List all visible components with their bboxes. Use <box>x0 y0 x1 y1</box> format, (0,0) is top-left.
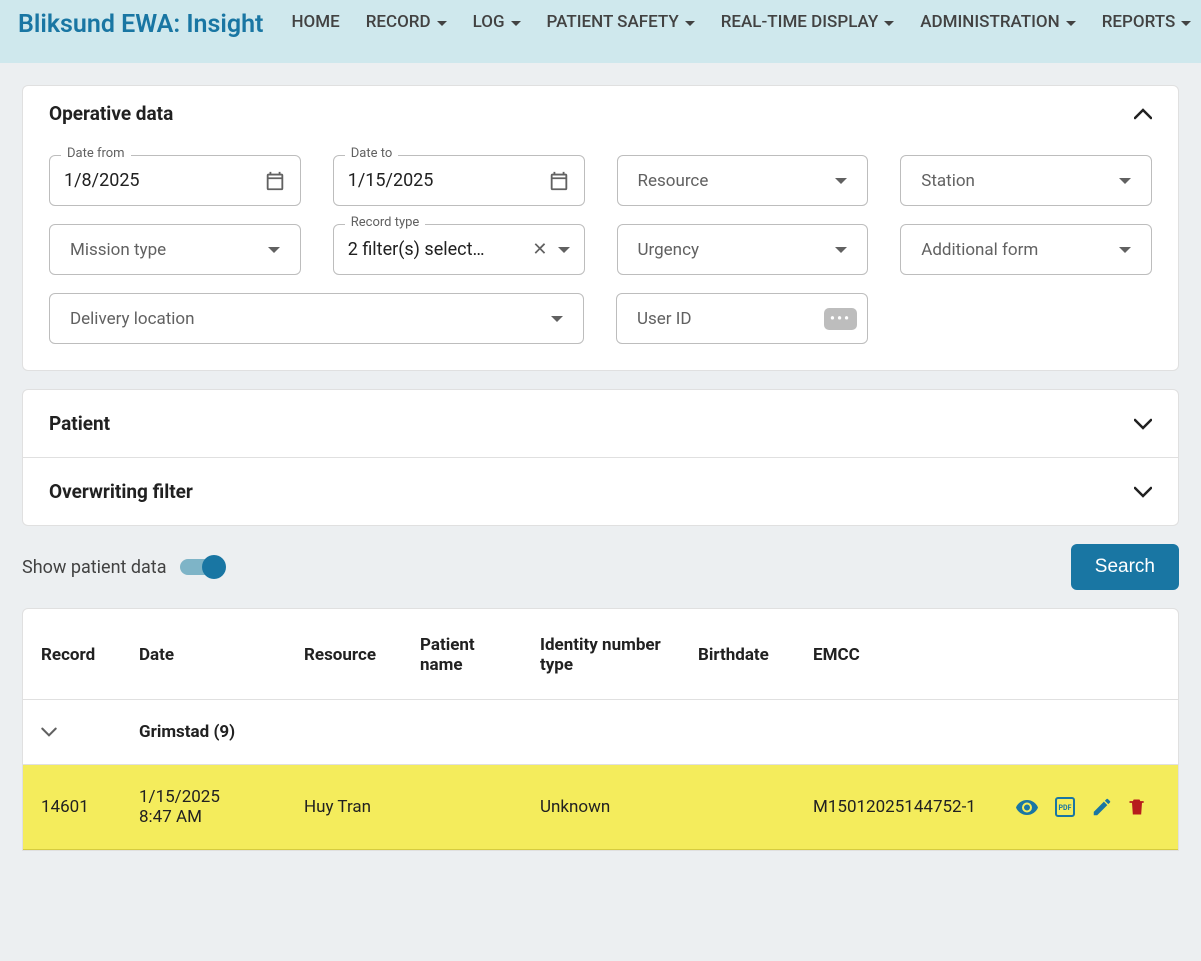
app-brand: Bliksund EWA: Insight <box>18 10 263 39</box>
clear-icon[interactable]: ✕ <box>532 239 547 260</box>
nav-log[interactable]: LOG <box>473 12 521 32</box>
calendar-icon[interactable] <box>548 170 570 192</box>
nav-administration[interactable]: ADMINISTRATION <box>920 12 1075 32</box>
cell-date: 1/15/2025 8:47 AM <box>121 765 286 850</box>
additional-form-placeholder: Additional form <box>921 240 1038 260</box>
overwriting-title: Overwriting filter <box>49 480 193 503</box>
th-identity-type: Identity number type <box>522 609 680 700</box>
show-patient-data-label: Show patient data <box>22 557 166 578</box>
th-emcc: EMCC <box>795 609 997 700</box>
delivery-location-select[interactable]: Delivery location <box>49 293 584 344</box>
results-table: Record Date Resource Patient name Identi… <box>22 608 1179 851</box>
resource-placeholder: Resource <box>638 171 709 191</box>
th-birthdate: Birthdate <box>680 609 795 700</box>
caret-icon <box>511 21 521 26</box>
navbar: Bliksund EWA: Insight HOME RECORD LOG PA… <box>0 0 1201 63</box>
delete-icon[interactable] <box>1127 796 1147 818</box>
station-select[interactable]: Station <box>900 155 1152 206</box>
svg-text:PDF: PDF <box>1059 804 1072 812</box>
th-resource: Resource <box>286 609 402 700</box>
chevron-down-icon <box>835 247 847 253</box>
view-icon[interactable] <box>1015 795 1039 819</box>
caret-icon <box>1181 21 1191 26</box>
search-button[interactable]: Search <box>1071 544 1179 590</box>
chevron-down-icon <box>1134 418 1152 430</box>
th-date: Date <box>121 609 286 700</box>
urgency-placeholder: Urgency <box>638 240 700 260</box>
chevron-down-icon <box>558 247 570 253</box>
chevron-down-icon <box>551 316 563 322</box>
date-to-label: Date to <box>345 146 399 161</box>
mission-type-select[interactable]: Mission type <box>49 224 301 275</box>
chevron-down-icon <box>41 727 103 737</box>
chevron-down-icon <box>1119 178 1131 184</box>
date-from-label: Date from <box>61 146 131 161</box>
resource-select[interactable]: Resource <box>617 155 869 206</box>
date-from-field[interactable]: Date from 1/8/2025 <box>49 155 301 206</box>
station-placeholder: Station <box>921 171 975 191</box>
delivery-location-placeholder: Delivery location <box>70 309 195 329</box>
edit-icon[interactable] <box>1091 796 1113 818</box>
patient-title: Patient <box>49 412 110 435</box>
pdf-icon[interactable]: PDF <box>1053 795 1077 819</box>
urgency-select[interactable]: Urgency <box>617 224 869 275</box>
cell-emcc: M15012025144752-1 <box>795 765 997 850</box>
nav-items: HOME RECORD LOG PATIENT SAFETY REAL-TIME… <box>291 10 1191 32</box>
nav-patient-safety[interactable]: PATIENT SAFETY <box>547 12 695 32</box>
operative-data-title: Operative data <box>49 102 173 125</box>
nav-record[interactable]: RECORD <box>366 12 447 32</box>
group-name: Grimstad <box>139 722 209 742</box>
mission-type-placeholder: Mission type <box>70 240 166 260</box>
chevron-down-icon <box>1134 486 1152 498</box>
caret-icon <box>685 21 695 26</box>
nav-real-time-display[interactable]: REAL-TIME DISPLAY <box>721 12 895 32</box>
chevron-down-icon <box>1119 247 1131 253</box>
operative-data-header[interactable]: Operative data <box>23 86 1178 137</box>
chevron-down-icon <box>268 247 280 253</box>
ellipsis-icon[interactable]: ••• <box>824 308 857 330</box>
chevron-up-icon <box>1134 108 1152 120</box>
nav-home[interactable]: HOME <box>291 12 339 32</box>
nav-reports[interactable]: REPORTS <box>1102 12 1192 32</box>
cell-resource: Huy Tran <box>286 765 402 850</box>
caret-icon <box>1066 21 1076 26</box>
calendar-icon[interactable] <box>264 170 286 192</box>
date-to-value: 1/15/2025 <box>348 170 434 191</box>
cell-record: 14601 <box>23 765 121 850</box>
record-type-select[interactable]: Record type 2 filter(s) select… ✕ <box>333 224 585 275</box>
show-patient-data-toggle[interactable] <box>180 559 224 575</box>
group-row[interactable]: Grimstad (9) <box>23 700 1178 765</box>
additional-form-select[interactable]: Additional form <box>900 224 1152 275</box>
date-to-field[interactable]: Date to 1/15/2025 <box>333 155 585 206</box>
operative-data-card: Operative data Date from 1/8/2025 Dat <box>22 85 1179 371</box>
caret-icon <box>437 21 447 26</box>
overwriting-filter-section[interactable]: Overwriting filter <box>22 458 1179 526</box>
user-id-field[interactable]: User ID ••• <box>616 293 868 344</box>
cell-identity-type: Unknown <box>522 765 680 850</box>
group-count: (9) <box>213 722 235 742</box>
record-type-value: 2 filter(s) select… <box>348 239 533 260</box>
chevron-down-icon <box>835 178 847 184</box>
accordion-group: Patient Overwriting filter <box>22 389 1179 526</box>
user-id-placeholder: User ID <box>637 309 692 329</box>
content: Operative data Date from 1/8/2025 Dat <box>0 63 1201 873</box>
table-row[interactable]: 14601 1/15/2025 8:47 AM Huy Tran Unknown… <box>23 765 1178 850</box>
th-patient-name: Patient name <box>402 609 522 700</box>
patient-section[interactable]: Patient <box>22 389 1179 458</box>
caret-icon <box>884 21 894 26</box>
th-record: Record <box>23 609 121 700</box>
date-from-value: 1/8/2025 <box>64 170 140 191</box>
cell-patient-name <box>402 765 522 850</box>
record-type-label: Record type <box>345 215 426 230</box>
cell-birthdate <box>680 765 795 850</box>
